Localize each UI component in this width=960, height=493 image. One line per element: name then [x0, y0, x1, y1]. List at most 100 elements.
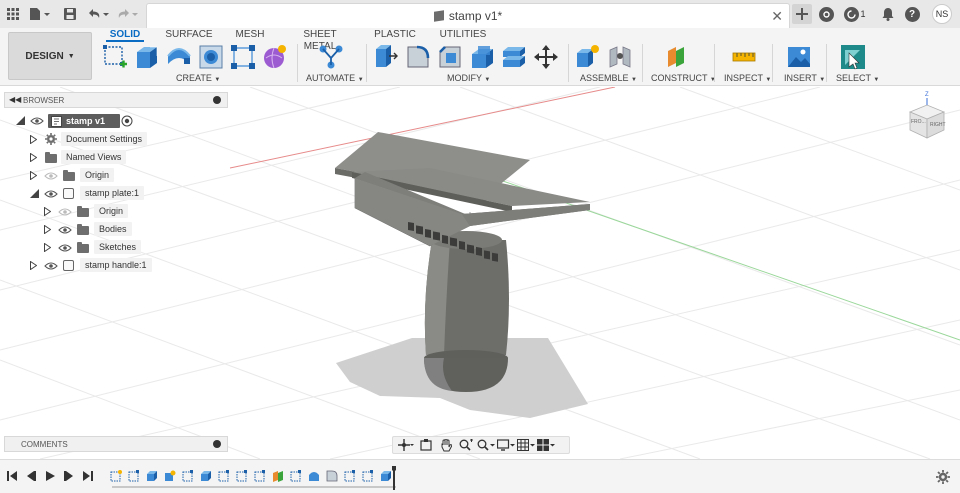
undo-button[interactable] [86, 4, 110, 24]
new-tab-button[interactable] [792, 4, 812, 24]
select-icon[interactable] [840, 44, 866, 70]
joint-icon[interactable] [607, 44, 633, 70]
close-tab-icon[interactable]: ✕ [771, 8, 783, 25]
visibility-eye-icon[interactable] [58, 244, 72, 252]
timeline-sketch-icon[interactable] [362, 470, 374, 482]
display-settings-icon[interactable] [497, 438, 515, 452]
form-icon[interactable] [262, 44, 288, 70]
user-avatar[interactable]: NS [932, 4, 952, 24]
shell-icon[interactable] [469, 44, 495, 70]
notifications-bell-icon[interactable] [878, 4, 898, 24]
view-cube[interactable]: Z FRO... RIGHT [904, 92, 950, 142]
collapsed-triangle-icon[interactable] [30, 171, 37, 180]
zoom-icon[interactable] [457, 438, 475, 452]
go-to-start-icon[interactable] [6, 470, 18, 482]
job-status-icon[interactable]: 1 [842, 4, 868, 24]
measure-icon[interactable] [731, 44, 757, 70]
comments-panel-header[interactable]: COMMENTS [4, 436, 228, 452]
insert-image-icon[interactable] [786, 44, 812, 70]
timeline-revolve-icon[interactable] [308, 470, 320, 482]
modify-group-menu[interactable]: MODIFY ▼ [447, 73, 490, 83]
tab-mesh[interactable]: MESH [232, 29, 268, 42]
expanded-triangle-icon[interactable] [16, 116, 25, 125]
timeline-settings-gear-icon[interactable] [936, 470, 950, 484]
visibility-eye-icon[interactable] [44, 262, 58, 270]
visibility-eye-icon[interactable] [44, 190, 58, 198]
look-at-icon[interactable] [417, 438, 435, 452]
offset-plane-icon[interactable] [664, 44, 690, 70]
tab-utilities[interactable]: UTILITIES [438, 29, 488, 42]
timeline-marker-handle[interactable] [392, 466, 396, 490]
revolve-icon[interactable] [166, 44, 192, 70]
step-forward-icon[interactable] [63, 470, 75, 482]
timeline-sketch-icon[interactable] [182, 470, 194, 482]
hole-icon[interactable] [198, 44, 224, 70]
timeline-sketch-icon[interactable] [128, 470, 140, 482]
step-back-icon[interactable] [25, 470, 37, 482]
browser-panel-header[interactable]: ◀◀ BROWSER [4, 92, 228, 108]
press-pull-icon[interactable] [373, 44, 399, 70]
timeline-sketch-icon[interactable] [254, 470, 266, 482]
visibility-eye-icon[interactable] [58, 226, 72, 234]
select-group-menu[interactable]: SELECT ▼ [836, 73, 879, 83]
create-sketch-icon[interactable] [102, 44, 128, 70]
go-to-end-icon[interactable] [82, 470, 94, 482]
tab-surface[interactable]: SURFACE [164, 29, 214, 42]
fillet-icon[interactable] [405, 44, 431, 70]
hidden-eye-icon[interactable] [44, 172, 58, 180]
timeline-extrude-icon[interactable] [380, 470, 392, 482]
orbit-icon[interactable] [397, 438, 415, 452]
collapse-panel-icon[interactable]: ◀◀ [9, 95, 21, 104]
document-tab[interactable]: stamp v1* ✕ [146, 3, 790, 28]
visibility-eye-icon[interactable] [30, 117, 44, 125]
combine-icon[interactable] [501, 44, 527, 70]
new-component-icon[interactable] [575, 44, 601, 70]
timeline-sketch-icon[interactable] [290, 470, 302, 482]
timeline-extrude-icon[interactable] [146, 470, 158, 482]
collapsed-triangle-icon[interactable] [30, 135, 37, 144]
insert-group-menu[interactable]: INSERT ▼ [784, 73, 825, 83]
timeline-sketch-icon[interactable] [110, 470, 122, 482]
app-grid-icon[interactable] [4, 4, 22, 24]
chamfer-icon[interactable] [437, 44, 463, 70]
timeline-plane-icon[interactable] [272, 470, 284, 482]
assemble-group-menu[interactable]: ASSEMBLE ▼ [580, 73, 637, 83]
timeline-extrude-icon[interactable] [200, 470, 212, 482]
timeline-sketch-icon[interactable] [218, 470, 230, 482]
collapsed-triangle-icon[interactable] [30, 153, 37, 162]
workspace-switcher-button[interactable]: DESIGN ▼ [8, 32, 92, 80]
viewports-icon[interactable] [537, 438, 555, 452]
pattern-icon[interactable] [230, 44, 256, 70]
timeline-sketch-icon[interactable] [236, 470, 248, 482]
move-copy-icon[interactable] [533, 44, 559, 70]
automate-group-menu[interactable]: AUTOMATE ▼ [306, 73, 364, 83]
pan-hand-icon[interactable] [437, 438, 455, 452]
collapsed-triangle-icon[interactable] [44, 243, 51, 252]
help-icon[interactable]: ? [902, 4, 922, 24]
construct-group-menu[interactable]: CONSTRUCT ▼ [651, 73, 716, 83]
save-icon[interactable] [62, 4, 78, 24]
extrude-icon[interactable] [134, 44, 160, 70]
timeline-fillet-icon[interactable] [326, 470, 338, 482]
minimize-panel-icon[interactable] [213, 96, 221, 104]
add-comment-icon[interactable] [213, 440, 221, 448]
automate-icon[interactable] [318, 44, 344, 70]
collapsed-triangle-icon[interactable] [44, 207, 51, 216]
timeline-sketch-icon[interactable] [344, 470, 356, 482]
zoom-window-icon[interactable] [477, 438, 495, 452]
tab-solid[interactable]: SOLID [106, 29, 144, 42]
expanded-triangle-icon[interactable] [30, 189, 39, 198]
extensions-icon[interactable] [816, 4, 836, 24]
tab-sheet-metal[interactable]: SHEET METAL [288, 29, 352, 52]
play-icon[interactable] [44, 470, 56, 482]
redo-button[interactable] [116, 4, 140, 24]
timeline-component-icon[interactable] [164, 470, 176, 482]
tab-plastic[interactable]: PLASTIC [372, 29, 418, 42]
inspect-group-menu[interactable]: INSPECT ▼ [724, 73, 771, 83]
collapsed-triangle-icon[interactable] [44, 225, 51, 234]
collapsed-triangle-icon[interactable] [30, 261, 37, 270]
file-menu-button[interactable] [28, 4, 52, 24]
hidden-eye-icon[interactable] [58, 208, 72, 216]
create-group-menu[interactable]: CREATE ▼ [176, 73, 220, 83]
activate-radio-icon[interactable] [121, 115, 133, 127]
